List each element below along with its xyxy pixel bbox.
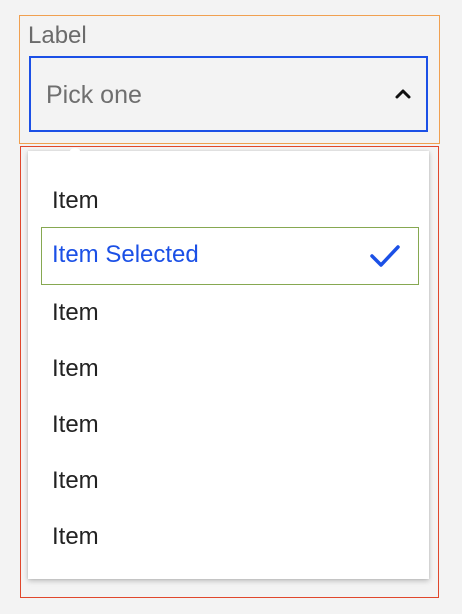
menu-item-selected[interactable]: Item Selected — [28, 227, 429, 285]
menu-item-label: Item — [52, 355, 99, 382]
menu-item-label: Item — [52, 523, 99, 550]
menu-item-label: Item — [52, 411, 99, 438]
menu-item[interactable]: Item — [28, 509, 429, 565]
check-icon — [370, 245, 400, 267]
menu-item-label: Item Selected — [52, 241, 199, 268]
menu-item[interactable]: Item — [28, 341, 429, 397]
menu-item[interactable]: Item — [28, 285, 429, 341]
menu-item[interactable]: Item — [28, 173, 429, 229]
menu-item-label: Item — [52, 187, 99, 214]
select-placeholder: Pick one — [46, 81, 142, 109]
field-label: Label — [28, 22, 87, 49]
menu-item-label: Item — [52, 299, 99, 326]
menu-item-label: Item — [52, 467, 99, 494]
menu-item[interactable]: Item — [28, 397, 429, 453]
select-dropdown[interactable]: Pick one — [29, 56, 428, 132]
dropdown-menu: Item Item Selected Item Item Item Item I… — [28, 148, 429, 579]
menu-item[interactable]: Item — [28, 453, 429, 509]
chevron-up-icon — [395, 89, 411, 99]
menu-notch — [70, 148, 80, 154]
